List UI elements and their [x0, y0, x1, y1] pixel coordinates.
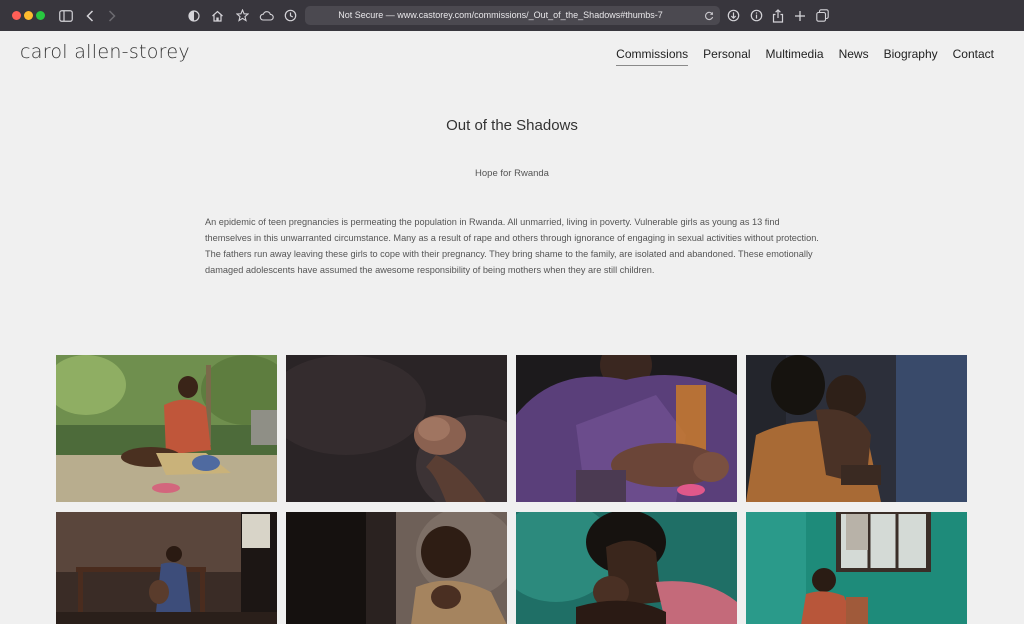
main-nav: Commissions Personal Multimedia News Bio… [616, 47, 994, 66]
reload-icon[interactable] [701, 8, 716, 23]
zoom-window-button[interactable] [36, 11, 45, 20]
gallery-title: Out of the Shadows [446, 117, 578, 134]
thumbnail-woman-by-window[interactable] [746, 512, 967, 624]
thumbnail-mother-breastfeeding[interactable] [516, 355, 737, 502]
sidebar-icon[interactable] [58, 7, 74, 24]
cloud-icon[interactable] [258, 7, 274, 24]
thumbnail-baby-fist[interactable] [286, 355, 507, 502]
info-icon[interactable] [749, 7, 763, 24]
forward-icon[interactable] [106, 7, 118, 24]
gallery-subtitle: Hope for Rwanda [475, 168, 549, 179]
url-text: Not Secure — www.castorey.com/commission… [338, 10, 663, 20]
back-icon[interactable] [84, 7, 96, 24]
star-icon[interactable] [235, 7, 249, 24]
thumbnail-girl-head-in-hand[interactable] [516, 512, 737, 624]
nav-multimedia[interactable]: Multimedia [766, 47, 824, 66]
thumbnail-boy-in-doorway[interactable] [286, 512, 507, 624]
nav-commissions[interactable]: Commissions [616, 47, 689, 66]
nav-personal[interactable]: Personal [703, 47, 750, 66]
nav-biography[interactable]: Biography [884, 47, 938, 66]
tabs-icon[interactable] [815, 7, 829, 24]
history-icon[interactable] [283, 7, 297, 24]
thumbnail-grid [56, 355, 968, 624]
thumbnail-girl-holding-child[interactable] [746, 355, 967, 502]
minimize-window-button[interactable] [24, 11, 33, 20]
site-logo[interactable]: carol allen-storey [20, 41, 190, 63]
share-icon[interactable] [771, 7, 785, 24]
new-tab-icon[interactable] [793, 7, 807, 24]
thumbnail-mother-with-baby-outdoors[interactable] [56, 355, 277, 502]
nav-news[interactable]: News [839, 47, 869, 66]
close-window-button[interactable] [12, 11, 21, 20]
home-icon[interactable] [210, 7, 224, 24]
nav-contact[interactable]: Contact [953, 47, 994, 66]
gallery-description: An epidemic of teen pregnancies is perme… [205, 217, 819, 275]
address-bar[interactable]: Not Secure — www.castorey.com/commission… [305, 6, 720, 25]
download-icon[interactable] [726, 7, 740, 24]
thumbnail-mother-on-bench[interactable] [56, 512, 277, 624]
shield-icon[interactable] [187, 7, 201, 24]
browser-toolbar: Not Secure — www.castorey.com/commission… [0, 0, 1024, 31]
